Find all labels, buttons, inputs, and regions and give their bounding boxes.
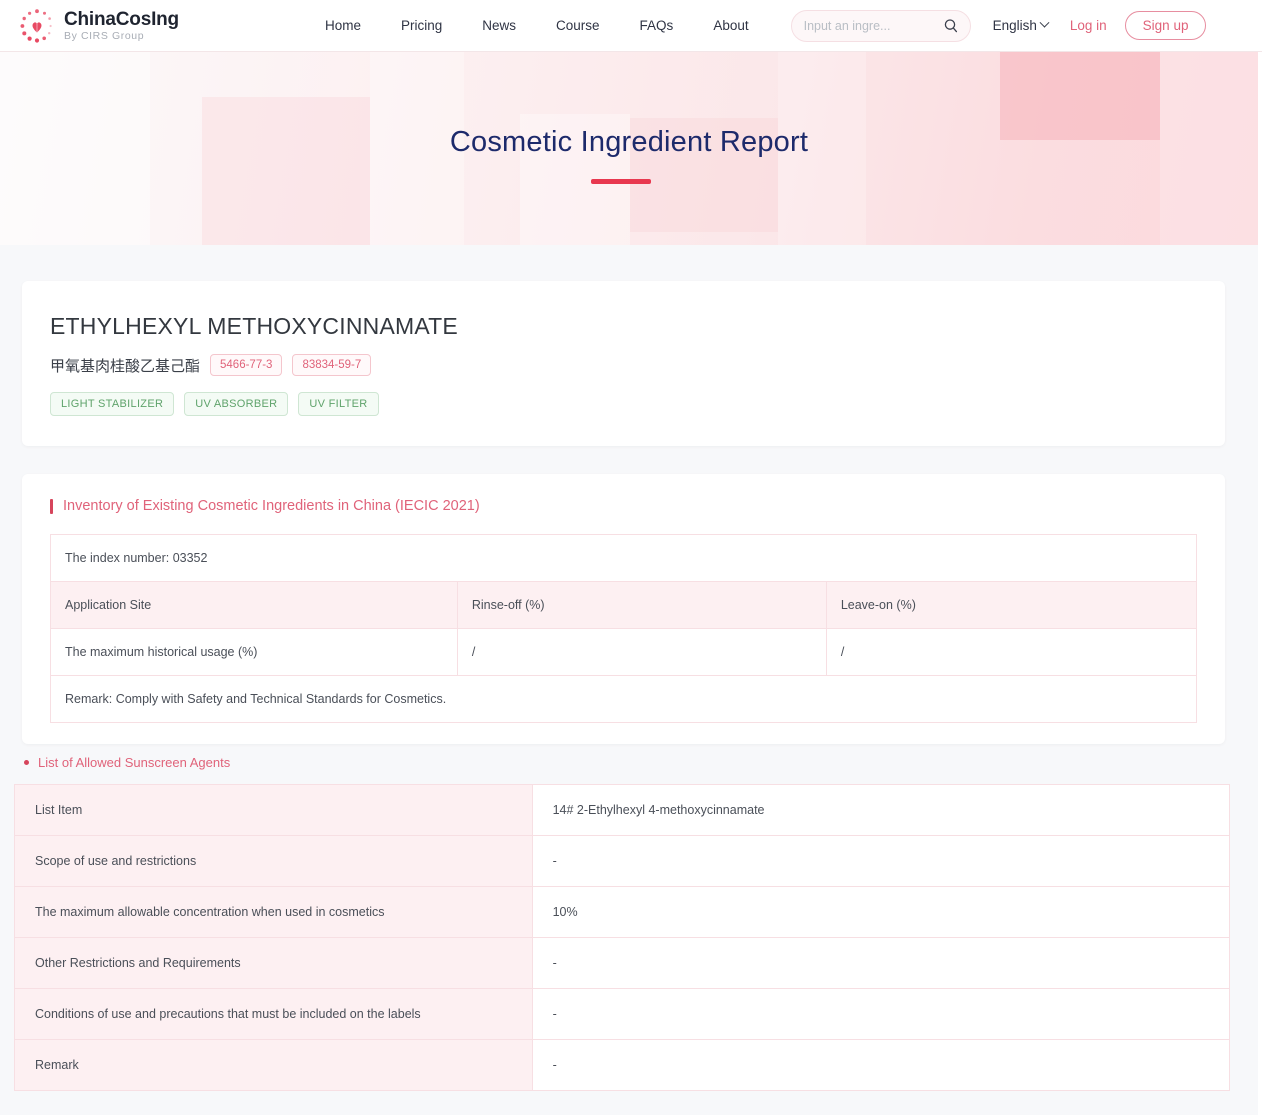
- search-input[interactable]: [804, 19, 938, 33]
- signup-button[interactable]: Sign up: [1125, 11, 1207, 40]
- nav-item-course[interactable]: Course: [536, 12, 620, 39]
- cell-leave-on-value: /: [826, 629, 1196, 676]
- site-header: ChinaCosIng By CIRS Group Home Pricing N…: [0, 0, 1262, 52]
- table-header-row: Application Site Rinse-off (%) Leave-on …: [51, 582, 1197, 629]
- table-row: Remark -: [15, 1040, 1230, 1091]
- sunscreen-section-title: List of Allowed Sunscreen Agents: [38, 755, 230, 770]
- row-label-scope-of-use: Scope of use and restrictions: [15, 836, 533, 887]
- iecic-section-card: Inventory of Existing Cosmetic Ingredien…: [22, 474, 1225, 744]
- function-tag-list: LIGHT STABILIZER UV ABSORBER UV FILTER: [50, 392, 1197, 416]
- table-row: The maximum historical usage (%) / /: [51, 629, 1197, 676]
- login-link[interactable]: Log in: [1070, 18, 1107, 33]
- iecic-section-heading: Inventory of Existing Cosmetic Ingredien…: [50, 498, 1197, 514]
- page-root: ChinaCosIng By CIRS Group Home Pricing N…: [0, 0, 1262, 1115]
- row-value-list-item: 14# 2-Ethylhexyl 4-methoxycinnamate: [532, 785, 1229, 836]
- cell-rinse-off-value: /: [457, 629, 826, 676]
- nav-item-faqs[interactable]: FAQs: [620, 12, 694, 39]
- logo-title: ChinaCosIng: [64, 10, 179, 29]
- flower-dots-logo-icon: [18, 7, 56, 45]
- table-row: The maximum allowable concentration when…: [15, 887, 1230, 938]
- main-nav: Home Pricing News Course FAQs About: [305, 12, 769, 39]
- page-title: Cosmetic Ingredient Report: [0, 126, 1258, 159]
- iecic-remark: Remark: Comply with Safety and Technical…: [51, 676, 1197, 723]
- row-label-other-restrictions: Other Restrictions and Requirements: [15, 938, 533, 989]
- column-header-application-site: Application Site: [51, 582, 458, 629]
- cas-badge[interactable]: 83834-59-7: [292, 354, 371, 376]
- sunscreen-section: List of Allowed Sunscreen Agents List It…: [14, 755, 1230, 1091]
- section-accent-bar: [50, 499, 53, 514]
- function-tag[interactable]: UV ABSORBER: [184, 392, 288, 416]
- row-label-list-item: List Item: [15, 785, 533, 836]
- ingredient-name: ETHYLHEXYL METHOXYCINNAMATE: [50, 313, 1197, 340]
- row-label-label-conditions: Conditions of use and precautions that m…: [15, 989, 533, 1040]
- nav-item-home[interactable]: Home: [305, 12, 381, 39]
- table-row: List Item 14# 2-Ethylhexyl 4-methoxycinn…: [15, 785, 1230, 836]
- bullet-dot-icon: [24, 760, 29, 765]
- sunscreen-table: List Item 14# 2-Ethylhexyl 4-methoxycinn…: [14, 784, 1230, 1091]
- ingredient-meta-row: 甲氧基肉桂酸乙基己酯 5466-77-3 83834-59-7: [50, 354, 1197, 376]
- nav-item-pricing[interactable]: Pricing: [381, 12, 462, 39]
- iecic-index-number: The index number: 03352: [51, 535, 1197, 582]
- row-value-max-concentration: 10%: [532, 887, 1229, 938]
- row-value-scope-of-use: -: [532, 836, 1229, 887]
- language-label: English: [993, 18, 1037, 33]
- cell-max-historical-usage: The maximum historical usage (%): [51, 629, 458, 676]
- logo[interactable]: ChinaCosIng By CIRS Group: [18, 7, 179, 45]
- ingredient-header-card: ETHYLHEXYL METHOXYCINNAMATE 甲氧基肉桂酸乙基己酯 5…: [22, 281, 1225, 446]
- iecic-table: The index number: 03352 Application Site…: [50, 534, 1197, 723]
- chevron-down-icon: [1039, 18, 1049, 28]
- logo-subtitle: By CIRS Group: [64, 31, 179, 42]
- row-value-label-conditions: -: [532, 989, 1229, 1040]
- iecic-section-title: Inventory of Existing Cosmetic Ingredien…: [63, 498, 480, 514]
- language-selector[interactable]: English: [993, 18, 1048, 33]
- row-value-other-restrictions: -: [532, 938, 1229, 989]
- table-row: Remark: Comply with Safety and Technical…: [51, 676, 1197, 723]
- hero-decoration-block: [202, 97, 370, 245]
- column-header-leave-on: Leave-on (%): [826, 582, 1196, 629]
- search-box[interactable]: [791, 10, 971, 42]
- row-label-remark: Remark: [15, 1040, 533, 1091]
- function-tag[interactable]: LIGHT STABILIZER: [50, 392, 174, 416]
- function-tag[interactable]: UV FILTER: [298, 392, 378, 416]
- ingredient-chinese-name: 甲氧基肉桂酸乙基己酯: [50, 355, 200, 376]
- search-icon[interactable]: [943, 18, 959, 34]
- nav-item-about[interactable]: About: [693, 12, 768, 39]
- table-row: Scope of use and restrictions -: [15, 836, 1230, 887]
- row-value-remark: -: [532, 1040, 1229, 1091]
- hero-banner: Cosmetic Ingredient Report: [0, 52, 1258, 245]
- table-row: Conditions of use and precautions that m…: [15, 989, 1230, 1040]
- scrollbar-track[interactable]: [1258, 52, 1262, 1115]
- sunscreen-section-heading: List of Allowed Sunscreen Agents: [14, 755, 1230, 770]
- table-row: Other Restrictions and Requirements -: [15, 938, 1230, 989]
- title-underline-accent: [591, 179, 651, 184]
- column-header-rinse-off: Rinse-off (%): [457, 582, 826, 629]
- row-label-max-concentration: The maximum allowable concentration when…: [15, 887, 533, 938]
- cas-badge[interactable]: 5466-77-3: [210, 354, 282, 376]
- table-row: The index number: 03352: [51, 535, 1197, 582]
- nav-item-news[interactable]: News: [462, 12, 536, 39]
